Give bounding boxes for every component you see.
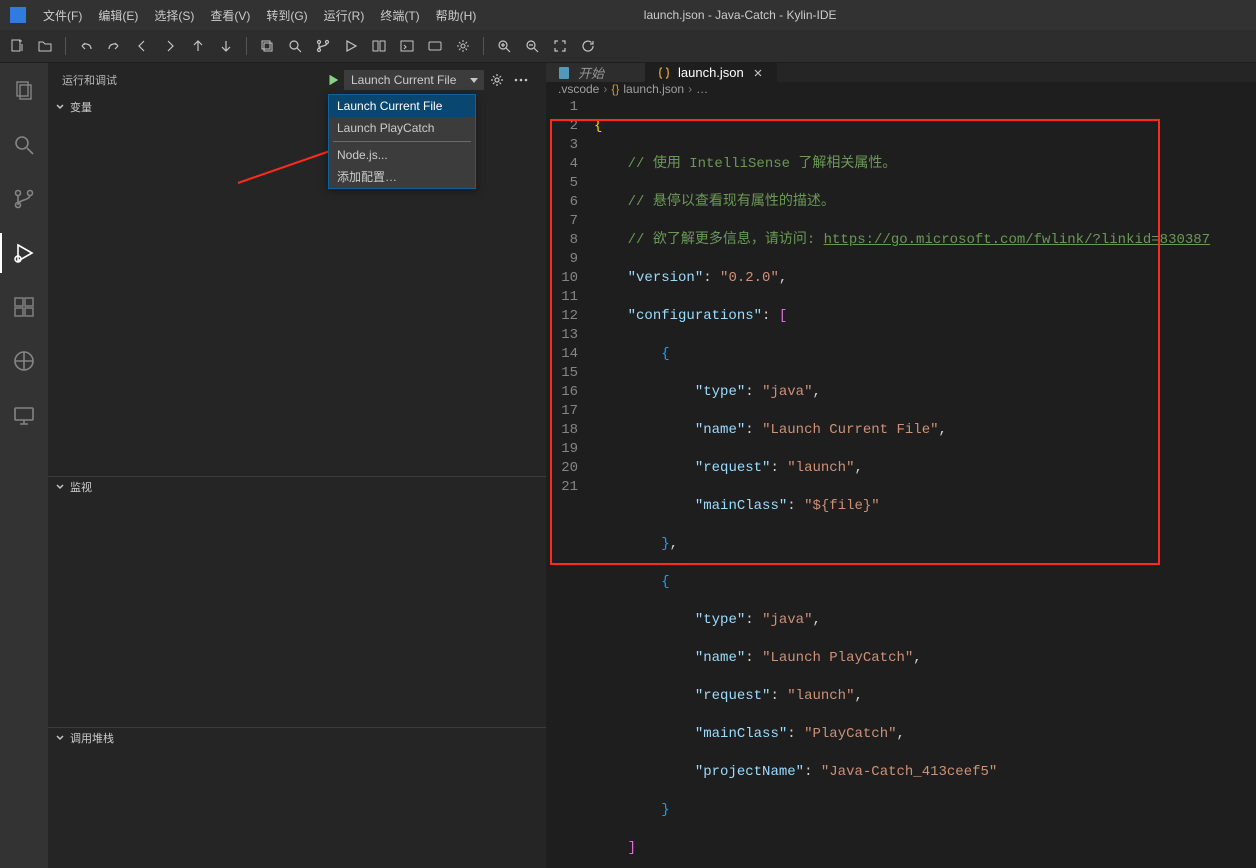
search-tool-icon[interactable] xyxy=(283,34,307,58)
back-icon[interactable] xyxy=(130,34,154,58)
forward-icon[interactable] xyxy=(158,34,182,58)
menu-file[interactable]: 文件(F) xyxy=(35,0,90,30)
panel-title: 运行和调试 xyxy=(62,72,117,88)
separator xyxy=(246,37,247,55)
code-content[interactable]: { // 使用 IntelliSense 了解相关属性。 // 悬停以查看现有属… xyxy=(594,96,1256,868)
json-icon xyxy=(656,66,672,80)
separator xyxy=(333,141,471,142)
terminal-tool-icon[interactable] xyxy=(395,34,419,58)
activity-test[interactable] xyxy=(0,341,48,381)
activity-run-debug[interactable] xyxy=(0,233,48,273)
chevron-right-icon: › xyxy=(688,82,692,96)
section-label: 调用堆栈 xyxy=(70,730,114,746)
new-file-icon[interactable] xyxy=(5,34,29,58)
menu-terminal[interactable]: 终端(T) xyxy=(372,0,427,30)
chevron-down-icon xyxy=(54,732,66,744)
gear-tool-icon[interactable] xyxy=(451,34,475,58)
window-title: launch.json - Java-Catch - Kylin-IDE xyxy=(484,8,996,22)
activity-scm[interactable] xyxy=(0,179,48,219)
watch-body xyxy=(48,497,546,727)
json-icon: {} xyxy=(611,82,619,96)
file-icon xyxy=(556,66,572,80)
panel-header: 运行和调试 Launch Current File xyxy=(48,63,546,97)
tab-launch-json[interactable]: launch.json xyxy=(646,63,777,82)
tool-bar xyxy=(0,30,1256,63)
dropdown-item[interactable]: Launch PlayCatch xyxy=(329,117,475,139)
title-bar: 文件(F) 编辑(E) 选择(S) 查看(V) 转到(G) 运行(R) 终端(T… xyxy=(0,0,1256,30)
menu-help[interactable]: 帮助(H) xyxy=(428,0,485,30)
menu-bar: 文件(F) 编辑(E) 选择(S) 查看(V) 转到(G) 运行(R) 终端(T… xyxy=(35,0,484,30)
zoom-out-icon[interactable] xyxy=(520,34,544,58)
chevron-down-icon xyxy=(54,481,66,493)
config-dropdown[interactable]: Launch Current File xyxy=(344,70,484,90)
tab-welcome[interactable]: 开始 xyxy=(546,63,646,82)
menu-edit[interactable]: 编辑(E) xyxy=(90,0,146,30)
section-label: 变量 xyxy=(70,99,92,115)
layout-icon[interactable] xyxy=(367,34,391,58)
refresh-icon[interactable] xyxy=(576,34,600,58)
code-editor[interactable]: 123456789101112131415161718192021 { // 使… xyxy=(546,96,1256,868)
separator xyxy=(65,37,66,55)
up-icon[interactable] xyxy=(186,34,210,58)
activity-explorer[interactable] xyxy=(0,71,48,111)
editor-tabs: 开始 launch.json xyxy=(546,63,1256,82)
breadcrumb-more[interactable]: … xyxy=(696,82,708,96)
redo-icon[interactable] xyxy=(102,34,126,58)
more-icon[interactable] xyxy=(510,69,532,91)
dropdown-item[interactable]: 添加配置… xyxy=(329,166,475,188)
breadcrumb-file[interactable]: launch.json xyxy=(623,82,684,96)
config-dropdown-list: Launch Current File Launch PlayCatch Nod… xyxy=(328,94,476,189)
keyboard-icon[interactable] xyxy=(423,34,447,58)
undo-icon[interactable] xyxy=(74,34,98,58)
line-gutter: 123456789101112131415161718192021 xyxy=(546,96,594,868)
breadcrumb-folder[interactable]: .vscode xyxy=(558,82,599,96)
zoom-in-icon[interactable] xyxy=(492,34,516,58)
tab-label: launch.json xyxy=(678,65,744,80)
new-folder-icon[interactable] xyxy=(33,34,57,58)
play-tool-icon[interactable] xyxy=(339,34,363,58)
separator xyxy=(483,37,484,55)
activity-remote[interactable] xyxy=(0,395,48,435)
run-debug-panel: 运行和调试 Launch Current File Launch Current… xyxy=(48,63,546,868)
dropdown-item[interactable]: Launch Current File xyxy=(329,95,475,117)
callstack-body xyxy=(48,748,546,868)
chevron-right-icon: › xyxy=(603,82,607,96)
menu-select[interactable]: 选择(S) xyxy=(146,0,202,30)
tab-label: 开始 xyxy=(578,63,604,82)
section-watch-header[interactable]: 监视 xyxy=(48,476,546,497)
menu-go[interactable]: 转到(G) xyxy=(258,0,315,30)
close-icon[interactable] xyxy=(750,67,766,79)
fullscreen-icon[interactable] xyxy=(548,34,572,58)
breadcrumbs[interactable]: .vscode › {} launch.json › … xyxy=(546,82,1256,96)
config-selected-label: Launch Current File xyxy=(351,73,456,87)
gear-icon[interactable] xyxy=(486,69,508,91)
app-logo xyxy=(0,7,35,23)
down-icon[interactable] xyxy=(214,34,238,58)
dropdown-item[interactable]: Node.js... xyxy=(329,144,475,166)
editor-area: 开始 launch.json .vscode › {} launch.json … xyxy=(546,63,1256,868)
activity-bar xyxy=(0,63,48,868)
chevron-down-icon xyxy=(54,101,66,113)
start-debug-icon[interactable] xyxy=(324,71,342,89)
section-callstack-header[interactable]: 调用堆栈 xyxy=(48,727,546,748)
activity-extensions[interactable] xyxy=(0,287,48,327)
menu-view[interactable]: 查看(V) xyxy=(202,0,258,30)
copy-icon[interactable] xyxy=(255,34,279,58)
activity-search[interactable] xyxy=(0,125,48,165)
branch-icon[interactable] xyxy=(311,34,335,58)
section-label: 监视 xyxy=(70,479,92,495)
menu-run[interactable]: 运行(R) xyxy=(316,0,373,30)
